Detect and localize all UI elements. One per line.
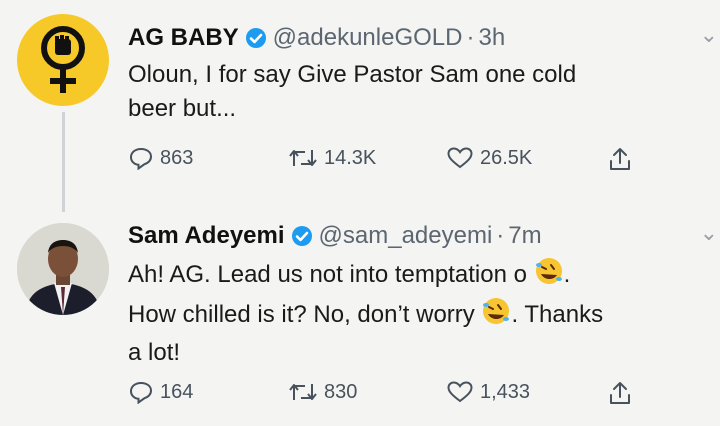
reply-icon <box>129 381 153 404</box>
share-icon <box>610 382 630 404</box>
tweet-1-actions: 863 14.3K 26.5K <box>128 146 688 176</box>
rofl-emoji-icon <box>534 256 564 296</box>
like-count: 26.5K <box>480 146 533 169</box>
reply-button[interactable]: 164 <box>128 380 193 404</box>
reply-icon <box>129 147 153 170</box>
tweet-2-header: Sam Adeyemi @sam_adeyemi · 7m <box>128 222 542 250</box>
rofl-emoji-icon <box>481 296 511 336</box>
retweet-button[interactable]: 830 <box>288 380 357 404</box>
display-name[interactable]: Sam Adeyemi <box>128 222 285 250</box>
reply-button[interactable]: 863 <box>128 146 193 170</box>
reply-count: 164 <box>160 380 194 403</box>
thread-connector-line <box>62 112 65 212</box>
retweet-button[interactable]: 14.3K <box>288 146 376 170</box>
tweet-1-header: AG BABY @adekunleGOLD · 3h <box>128 24 505 52</box>
retweet-icon <box>289 384 317 400</box>
handle[interactable]: @adekunleGOLD <box>273 24 463 52</box>
avatar-ag-baby[interactable] <box>17 14 109 106</box>
tweet-1-text: Oloun, I for say Give Pastor Sam one col… <box>128 58 576 126</box>
share-button[interactable] <box>608 146 638 172</box>
like-icon <box>447 147 473 169</box>
separator-dot: · <box>466 24 475 51</box>
like-icon <box>447 381 473 403</box>
verified-badge-icon <box>291 225 313 247</box>
reply-count: 863 <box>160 146 194 169</box>
separator-dot: · <box>496 222 505 249</box>
retweet-count: 830 <box>324 380 358 403</box>
timestamp[interactable]: 3h <box>478 24 505 52</box>
avatar-sam-adeyemi[interactable] <box>17 223 109 315</box>
tweet-text-line: Oloun, I for say Give Pastor Sam one col… <box>128 61 577 88</box>
tweet-2-text: Ah! AG. Lead us not into temptation o . … <box>128 256 603 370</box>
retweet-icon <box>289 150 317 166</box>
chevron-down-icon[interactable]: ⌄ <box>700 220 718 246</box>
share-button[interactable] <box>608 380 638 406</box>
like-button[interactable]: 1,433 <box>446 380 530 404</box>
timestamp[interactable]: 7m <box>508 222 541 250</box>
like-button[interactable]: 26.5K <box>446 146 532 170</box>
tweet-text-line: beer but... <box>128 95 237 122</box>
verified-badge-icon <box>245 27 267 49</box>
tweet-2-actions: 164 830 1,433 <box>128 380 688 410</box>
tweet-1[interactable]: AG BABY @adekunleGOLD · 3h ⌄ Oloun, I fo… <box>0 0 720 212</box>
tweet-text-line: How chilled is it? No, don’t worry . Tha… <box>128 296 603 336</box>
handle[interactable]: @sam_adeyemi <box>319 222 493 250</box>
retweet-count: 14.3K <box>324 146 377 169</box>
like-count: 1,433 <box>480 380 531 403</box>
tweet-text-line: a lot! <box>128 339 181 366</box>
share-icon <box>610 148 630 170</box>
display-name[interactable]: AG BABY <box>128 24 239 52</box>
tweet-text-line: Ah! AG. Lead us not into temptation o . <box>128 256 603 296</box>
profile-photo <box>17 223 109 315</box>
chevron-down-icon[interactable]: ⌄ <box>700 22 718 48</box>
feminist-fist-icon <box>41 26 85 93</box>
